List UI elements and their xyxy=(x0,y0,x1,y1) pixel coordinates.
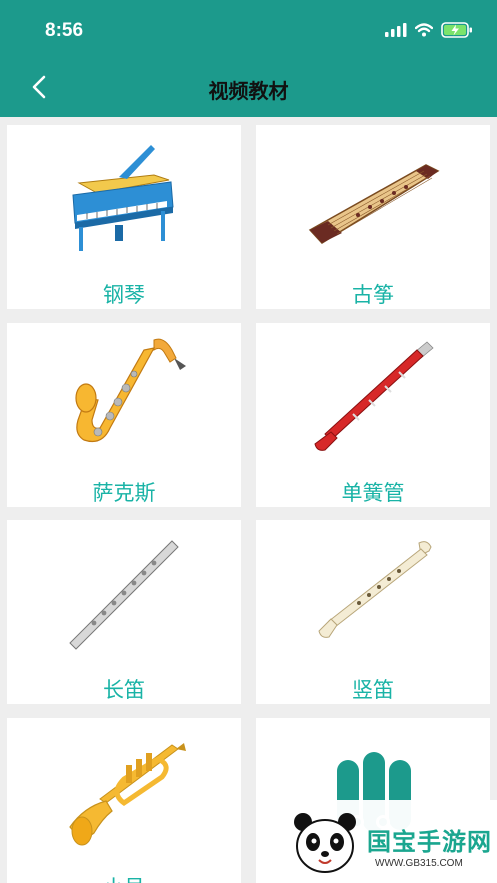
trumpet-icon xyxy=(7,718,241,858)
instrument-grid: 钢琴 古筝 萨克斯 单簧管 长笛 竖笛 xyxy=(0,117,497,883)
status-icons xyxy=(385,22,473,38)
instrument-card-saxophone[interactable]: 萨克斯 xyxy=(7,323,241,507)
watermark-brand: 国宝手游网 xyxy=(367,828,492,856)
wifi-icon xyxy=(415,23,433,37)
instrument-card-clarinet[interactable]: 单簧管 xyxy=(256,323,490,507)
clarinet-icon xyxy=(256,323,490,463)
battery-charging-icon xyxy=(441,22,472,38)
guzheng-icon xyxy=(256,125,490,265)
instrument-card-trumpet[interactable]: 小号 xyxy=(7,718,241,883)
flute-icon xyxy=(7,520,241,660)
watermark: 国宝手游网 WWW.GB315.COM xyxy=(275,800,497,883)
instrument-label: 萨克斯 xyxy=(92,481,156,505)
instrument-label: 长笛 xyxy=(103,678,145,702)
recorder-icon xyxy=(256,520,490,660)
piano-icon xyxy=(7,125,241,265)
panda-logo-icon xyxy=(294,813,356,873)
instrument-label: 竖笛 xyxy=(352,678,394,702)
instrument-label: 钢琴 xyxy=(103,283,145,307)
instrument-label: 古筝 xyxy=(352,283,394,307)
saxophone-icon xyxy=(7,323,241,463)
instrument-card-flute[interactable]: 长笛 xyxy=(7,520,241,704)
instrument-label: 小号 xyxy=(7,872,241,883)
app-header: 8:56 视频教材 xyxy=(0,0,497,117)
status-time: 8:56 xyxy=(45,20,84,41)
watermark-url: WWW.GB315.COM xyxy=(375,858,463,869)
instrument-card-recorder[interactable]: 竖笛 xyxy=(256,520,490,704)
page-title: 视频教材 xyxy=(208,79,289,103)
instrument-card-guzheng[interactable]: 古筝 xyxy=(256,125,490,309)
instrument-card-piano[interactable]: 钢琴 xyxy=(7,125,241,309)
signal-icon xyxy=(385,23,407,37)
instrument-label: 单簧管 xyxy=(341,481,405,505)
